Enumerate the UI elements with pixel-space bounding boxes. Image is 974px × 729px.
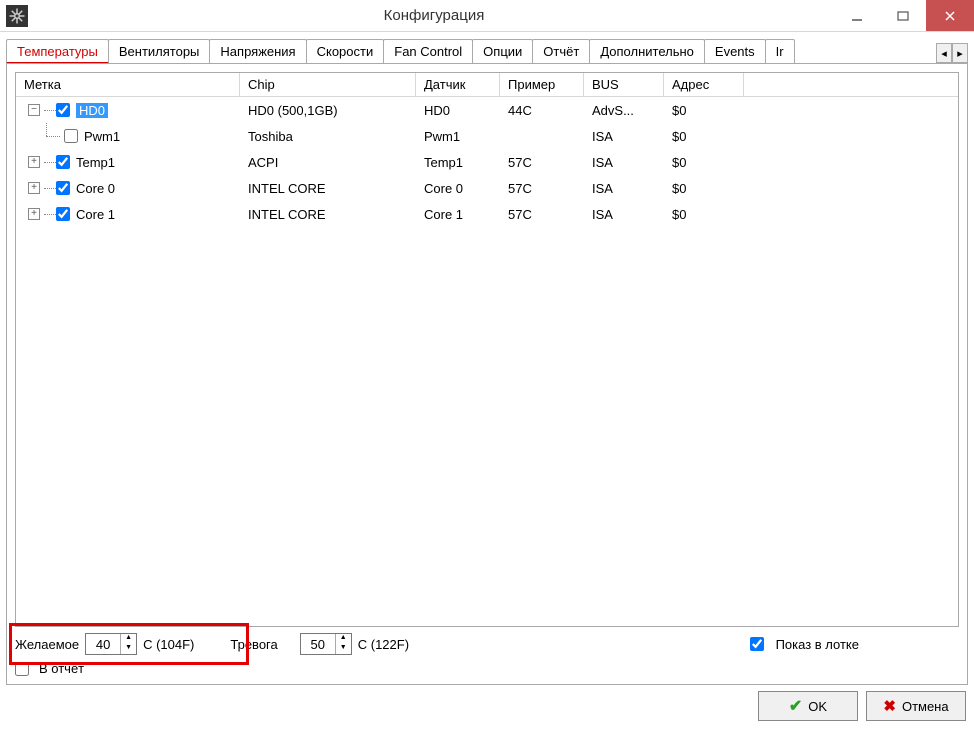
col-bus[interactable]: BUS [584,73,664,96]
table-row[interactable]: +Core 1INTEL CORECore 157CISA$0 [16,201,958,227]
cell-bus: ISA [584,155,664,170]
alarm-down[interactable]: ▼ [336,644,351,654]
cell-sample: 57C [500,181,584,196]
desired-spinner[interactable]: ▲▼ [85,633,137,655]
cell-sample: 57C [500,207,584,222]
table-row[interactable]: Pwm1ToshibaPwm1ISA$0 [16,123,958,149]
row-label: Pwm1 [84,129,120,144]
report-label[interactable]: В отчёт [39,661,84,676]
row-checkbox[interactable] [64,129,78,143]
cancel-label: Отмена [902,699,949,714]
tab-7[interactable]: Дополнительно [589,39,705,63]
col-label[interactable]: Метка [16,73,240,96]
expand-toggle[interactable]: − [28,104,40,116]
cell-bus: ISA [584,181,664,196]
expand-toggle[interactable]: + [28,156,40,168]
cell-addr: $0 [664,155,744,170]
col-addr[interactable]: Адрес [664,73,744,96]
tab-1[interactable]: Вентиляторы [108,39,211,63]
tab-0[interactable]: Температуры [6,39,109,63]
cell-addr: $0 [664,129,744,144]
row-checkbox[interactable] [56,207,70,221]
table-row[interactable]: +Temp1ACPITemp157CISA$0 [16,149,958,175]
desired-up[interactable]: ▲ [121,634,136,644]
cell-addr: $0 [664,207,744,222]
table-row[interactable]: −HD0HD0 (500,1GB)HD044CAdvS...$0 [16,97,958,123]
alarm-unit: C (122F) [358,637,409,652]
tray-checkbox[interactable] [750,637,764,651]
cell-sensor: Core 1 [416,207,500,222]
alarm-input[interactable] [301,634,335,654]
cell-sample: 57C [500,155,584,170]
tab-2[interactable]: Напряжения [209,39,306,63]
cell-bus: ISA [584,207,664,222]
col-sensor[interactable]: Датчик [416,73,500,96]
tabs-scroll-right[interactable]: ▸ [952,43,968,63]
app-icon [6,5,28,27]
row-checkbox[interactable] [56,103,70,117]
close-button[interactable] [926,0,974,31]
alarm-label: Тревога [230,637,277,652]
cell-bus: AdvS... [584,103,664,118]
col-sample[interactable]: Пример [500,73,584,96]
expand-toggle[interactable]: + [28,208,40,220]
desired-input[interactable] [86,634,120,654]
tab-8[interactable]: Events [704,39,766,63]
alarm-spinner[interactable]: ▲▼ [300,633,352,655]
desired-label: Желаемое [15,637,79,652]
row-label: Core 1 [76,207,115,222]
ok-button[interactable]: ✔ OK [758,691,858,721]
tab-6[interactable]: Отчёт [532,39,590,63]
cell-sensor: HD0 [416,103,500,118]
sensor-list[interactable]: Метка Chip Датчик Пример BUS Адрес −HD0H… [15,72,959,627]
row-checkbox[interactable] [56,155,70,169]
check-icon: ✔ [789,696,802,716]
row-label: Temp1 [76,155,115,170]
report-checkbox[interactable] [15,662,29,676]
alarm-up[interactable]: ▲ [336,634,351,644]
cell-chip: INTEL CORE [240,181,416,196]
minimize-button[interactable] [834,0,880,31]
maximize-button[interactable] [880,0,926,31]
desired-unit: C (104F) [143,637,194,652]
window-title: Конфигурация [34,7,834,24]
cell-sample: 44C [500,103,584,118]
cell-chip: INTEL CORE [240,207,416,222]
cell-sensor: Core 0 [416,181,500,196]
cell-sensor: Pwm1 [416,129,500,144]
cell-chip: ACPI [240,155,416,170]
x-icon: ✖ [883,697,896,715]
col-chip[interactable]: Chip [240,73,416,96]
ok-label: OK [808,699,827,714]
cell-addr: $0 [664,181,744,196]
cell-addr: $0 [664,103,744,118]
cell-bus: ISA [584,129,664,144]
row-label: HD0 [76,103,108,118]
tabs-scroll-left[interactable]: ◂ [936,43,952,63]
row-label: Core 0 [76,181,115,196]
cell-chip: HD0 (500,1GB) [240,103,416,118]
cell-sensor: Temp1 [416,155,500,170]
row-checkbox[interactable] [56,181,70,195]
desired-down[interactable]: ▼ [121,644,136,654]
tab-9[interactable]: Ir [765,39,795,63]
tray-label[interactable]: Показ в лотке [776,637,859,652]
tab-5[interactable]: Опции [472,39,533,63]
tab-4[interactable]: Fan Control [383,39,473,63]
expand-toggle[interactable]: + [28,182,40,194]
tab-3[interactable]: Скорости [306,39,385,63]
table-row[interactable]: +Core 0INTEL CORECore 057CISA$0 [16,175,958,201]
cancel-button[interactable]: ✖ Отмена [866,691,966,721]
cell-chip: Toshiba [240,129,416,144]
